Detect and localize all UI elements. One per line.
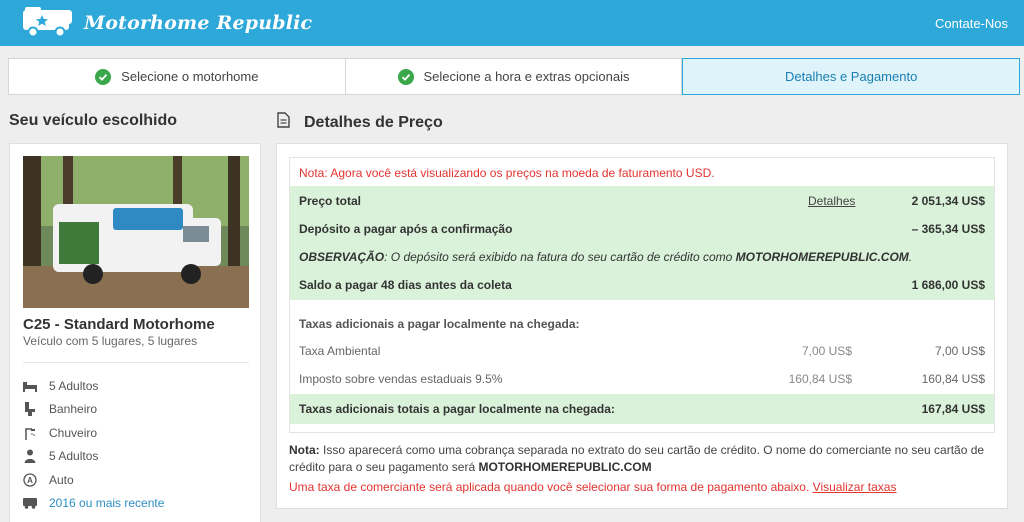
details-link[interactable]: Detalhes: [808, 194, 855, 208]
vehicle-photo: [23, 156, 249, 308]
step-label: Selecione o motorhome: [121, 69, 259, 84]
fee-amount: 7,00 US$: [934, 344, 985, 358]
fee-label: Imposto sobre vendas estaduais 9.5%: [299, 372, 503, 386]
divider: [23, 362, 249, 363]
feature-label: Banheiro: [49, 402, 98, 417]
bed-icon: [23, 379, 37, 393]
top-header: Motorhome Republic Contate-Nos: [0, 0, 1024, 46]
vehicle-card: C25 - Standard Motorhome Veículo com 5 l…: [9, 143, 261, 522]
deposit-amount: – 365,34 US$: [911, 222, 985, 236]
step-label: Selecione a hora e extras opcionais: [423, 69, 630, 84]
merchant-name: MOTORHOMEREPUBLIC.COM: [735, 249, 909, 264]
local-fees-heading: Taxas adicionais a pagar localmente na c…: [290, 314, 994, 334]
step-label: Detalhes e Pagamento: [785, 69, 918, 84]
total-label: Preço total: [299, 193, 362, 208]
vehicle-features: 5 Adultos Banheiro Chuveiro 5 Adultos A …: [23, 374, 164, 515]
merchant-name: MOTORHOMEREPUBLIC.COM: [478, 460, 652, 474]
feature-label: 5 Adultos: [49, 449, 99, 464]
vehicle-section-title: Seu veículo escolhido: [9, 112, 178, 129]
document-icon: [277, 112, 290, 133]
total-amount: 2 051,34 US$: [911, 193, 985, 208]
balance-label: Saldo a pagar 48 dias antes da coleta: [299, 278, 512, 292]
local-total-amount: 167,84 US$: [921, 402, 985, 416]
local-fees-title: Taxas adicionais a pagar localmente na c…: [299, 317, 580, 331]
checkout-steps: Selecione o motorhome Selecione a hora e…: [8, 58, 1021, 95]
deposit-label: Depósito a pagar após a confirmação: [299, 222, 513, 236]
feature-label: Chuveiro: [49, 425, 98, 440]
currency-note: Nota: Agora você está visualizando os pr…: [299, 166, 715, 180]
fee-label: Taxa Ambiental: [299, 344, 381, 358]
price-card: Nota: Agora você está visualizando os pr…: [276, 143, 1008, 509]
view-fees-link[interactable]: Visualizar taxas: [813, 480, 897, 494]
check-icon: [95, 68, 112, 85]
feature-label: 2016 ou mais recente: [49, 496, 165, 511]
feature-label: 5 Adultos: [49, 378, 99, 393]
observation-label: OBSERVAÇÃO: [299, 249, 385, 264]
step-details-payment[interactable]: Detalhes e Pagamento: [682, 58, 1021, 95]
feature-shower: Chuveiro: [23, 421, 164, 445]
shower-icon: [23, 426, 37, 440]
check-icon: [397, 68, 414, 85]
feature-sleeps: 5 Adultos: [23, 374, 164, 398]
price-section-title: Detalhes de Preço: [277, 112, 443, 133]
feature-seats: 5 Adultos: [23, 445, 164, 469]
vehicle-seats: Veículo com 5 lugares, 5 lugares: [23, 334, 198, 348]
local-total-label: Taxas adicionais totais a pagar localmen…: [299, 402, 615, 416]
feature-label: Auto: [49, 472, 74, 487]
billing-note: Nota: Isso aparecerá como uma cobrança s…: [289, 442, 995, 476]
vehicle-year-icon: [23, 496, 37, 510]
fee-row: Imposto sobre vendas estaduais 9.5% 160,…: [290, 368, 994, 390]
motorhome-logo-icon: [22, 6, 74, 41]
price-title-text: Detalhes de Preço: [304, 113, 443, 131]
contact-link[interactable]: Contate-Nos: [935, 16, 1008, 31]
merchant-fee-text: Uma taxa de comerciante será aplicada qu…: [289, 480, 813, 494]
step-select-time-extras[interactable]: Selecione a hora e extras opcionais: [346, 59, 683, 94]
feature-year[interactable]: 2016 ou mais recente: [23, 492, 164, 516]
observation-row: OBSERVAÇÃO: O depósito será exibido na f…: [290, 243, 994, 270]
auto-transmission-icon: A: [23, 473, 37, 487]
balance-row: Saldo a pagar 48 dias antes da coleta 1 …: [290, 270, 994, 300]
note-label: Nota:: [289, 443, 320, 457]
brand-name: Motorhome Republic: [84, 12, 313, 34]
step-select-motorhome[interactable]: Selecione o motorhome: [9, 59, 346, 94]
fee-amount: 160,84 US$: [921, 372, 985, 386]
toilet-icon: [23, 402, 37, 417]
fee-unit: 7,00 US$: [801, 344, 852, 358]
deposit-row: Depósito a pagar após a confirmação – 36…: [290, 215, 994, 243]
feature-toilet: Banheiro: [23, 398, 164, 422]
feature-transmission: A Auto: [23, 468, 164, 492]
svg-text:A: A: [27, 476, 33, 485]
fee-unit: 160,84 US$: [788, 372, 852, 386]
balance-amount: 1 686,00 US$: [911, 278, 985, 292]
person-icon: [23, 449, 37, 464]
merchant-fee-note: Uma taxa de comerciante será aplicada qu…: [289, 480, 896, 494]
price-breakdown: Nota: Agora você está visualizando os pr…: [289, 157, 995, 433]
vehicle-name: C25 - Standard Motorhome: [23, 316, 215, 333]
fee-row: Taxa Ambiental 7,00 US$ 7,00 US$: [290, 340, 994, 362]
total-price-row: Preço total Detalhes 2 051,34 US$: [290, 186, 994, 215]
local-total-row: Taxas adicionais totais a pagar localmen…: [290, 394, 994, 424]
observation-text: OBSERVAÇÃO: O depósito será exibido na f…: [299, 249, 913, 264]
brand[interactable]: Motorhome Republic: [22, 6, 312, 41]
